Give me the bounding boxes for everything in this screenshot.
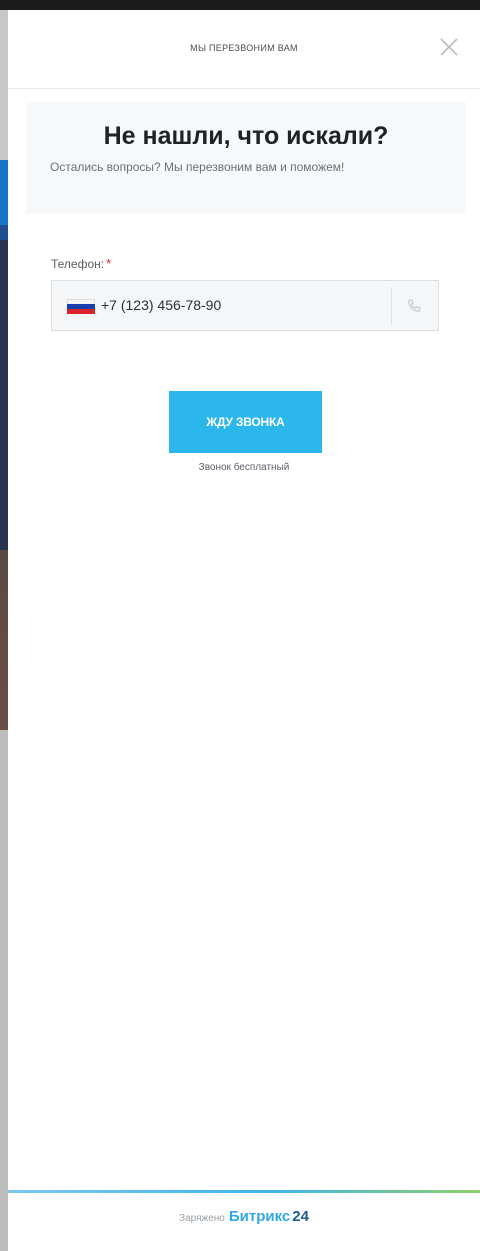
background-accent <box>0 160 8 225</box>
close-icon <box>440 38 458 56</box>
footer-divider <box>8 1190 480 1193</box>
panel-header: МЫ ПЕРЕЗВОНИМ ВАМ <box>8 10 480 89</box>
screen: МЫ ПЕРЕЗВОНИМ ВАМ Не нашли, что искали? … <box>0 0 480 1251</box>
brand-name[interactable]: Битрикс <box>229 1208 290 1225</box>
background-page-strip <box>0 10 8 1251</box>
close-button[interactable] <box>436 34 462 60</box>
phone-label-text: Телефон: <box>51 257 105 271</box>
brand-number[interactable]: 24 <box>292 1208 309 1225</box>
panel-title: МЫ ПЕРЕЗВОНИМ ВАМ <box>190 43 298 53</box>
phone-field-divider <box>391 287 392 325</box>
callback-panel: МЫ ПЕРЕЗВОНИМ ВАМ Не нашли, что искали? … <box>8 10 480 1251</box>
powered-by[interactable]: Заряжено Битрикс 24 <box>8 1208 480 1226</box>
hero-block: Не нашли, что искали? Остались вопросы? … <box>26 102 466 214</box>
russia-flag-icon[interactable] <box>67 299 95 314</box>
phone-icon <box>405 297 423 315</box>
hero-subtitle: Остались вопросы? Мы перезвоним вам и по… <box>50 160 345 174</box>
required-mark: * <box>106 256 112 271</box>
hero-title: Не нашли, что искали? <box>103 122 389 150</box>
powered-label: Заряжено <box>179 1213 225 1224</box>
phone-input[interactable]: +7 (123) 456-78-90 <box>51 280 439 331</box>
request-call-button[interactable]: ЖДУ ЗВОНКА <box>169 391 322 453</box>
phone-label: Телефон: * <box>51 256 111 271</box>
window-top-bar <box>0 0 480 10</box>
phone-value[interactable]: +7 (123) 456-78-90 <box>101 297 221 313</box>
free-call-note: Звонок бесплатный <box>198 462 290 473</box>
